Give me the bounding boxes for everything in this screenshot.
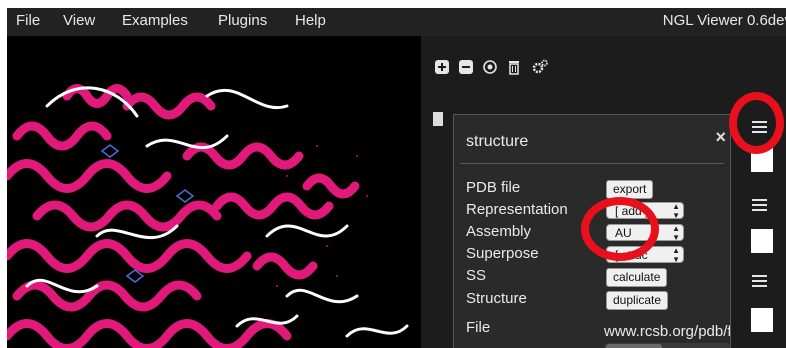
protein-ribbon-render bbox=[7, 84, 409, 348]
calculate-button[interactable]: calculate bbox=[606, 268, 668, 287]
hamburger-menu-icon[interactable] bbox=[750, 198, 770, 214]
app-title: NGL Viewer 0.6dev bbox=[662, 12, 786, 29]
annotation-circle-menu bbox=[729, 92, 784, 154]
select-arrows-icon: ▲ ▼ bbox=[672, 224, 680, 241]
molecule-viewport[interactable] bbox=[7, 36, 421, 348]
structure-label: Structure bbox=[466, 290, 527, 307]
menu-help[interactable]: Help bbox=[295, 12, 326, 29]
file-label: File bbox=[466, 319, 491, 336]
close-icon[interactable]: × bbox=[715, 127, 726, 148]
hamburger-menu-icon[interactable] bbox=[750, 274, 770, 290]
menu-plugins[interactable]: Plugins bbox=[218, 12, 267, 29]
pdb-file-label: PDB file bbox=[466, 179, 521, 196]
ss-label: SS bbox=[466, 267, 487, 284]
horizontal-scrollbar[interactable] bbox=[604, 343, 730, 348]
app-window: File View Examples Plugins Help NGL View… bbox=[7, 8, 786, 348]
menu-file[interactable]: File bbox=[16, 12, 40, 29]
select-arrows-icon: ▲ ▼ bbox=[672, 246, 680, 263]
scrollbar-thumb[interactable] bbox=[606, 344, 662, 348]
duplicate-button[interactable]: duplicate bbox=[606, 291, 669, 310]
color-swatch[interactable] bbox=[751, 308, 773, 332]
sidebar: structure × PDB file export Representati… bbox=[421, 36, 786, 348]
gears-icon[interactable] bbox=[531, 58, 549, 76]
panel-divider bbox=[460, 163, 724, 164]
menubar: File View Examples Plugins Help NGL View… bbox=[7, 8, 786, 36]
export-button[interactable]: export bbox=[606, 180, 654, 199]
superpose-label: Superpose bbox=[466, 245, 539, 262]
menu-examples[interactable]: Examples bbox=[122, 12, 188, 29]
annotation-circle-assembly bbox=[581, 197, 659, 261]
representation-label: Representation bbox=[466, 201, 568, 218]
file-url: www.rcsb.org/pdb/files/1crn.cif bbox=[604, 323, 730, 340]
plus-icon[interactable] bbox=[433, 58, 451, 76]
assembly-label: Assembly bbox=[466, 223, 532, 240]
trash-icon[interactable] bbox=[505, 58, 523, 76]
select-arrows-icon: ▲ ▼ bbox=[672, 202, 680, 219]
file-icon bbox=[433, 112, 443, 126]
panel-title: structure bbox=[466, 133, 529, 150]
color-swatch[interactable] bbox=[751, 229, 773, 253]
menu-view[interactable]: View bbox=[63, 12, 95, 29]
target-icon[interactable] bbox=[481, 58, 499, 76]
minus-icon[interactable] bbox=[457, 58, 475, 76]
